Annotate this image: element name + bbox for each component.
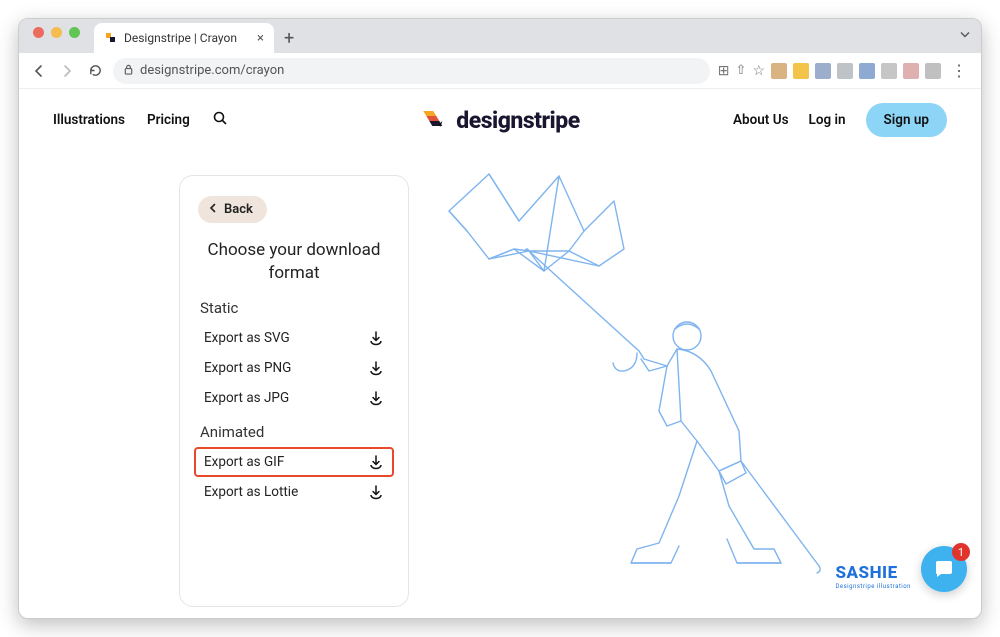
- download-icon: [368, 330, 384, 346]
- watermark-title: SASHIE: [835, 563, 897, 583]
- export-png-label: Export as PNG: [204, 360, 291, 376]
- browser-tab[interactable]: Designstripe | Crayon ×: [94, 23, 274, 53]
- new-tab-button[interactable]: +: [274, 24, 304, 53]
- nav-about[interactable]: About Us: [733, 112, 788, 128]
- extension-icon[interactable]: [771, 63, 787, 79]
- translate-icon[interactable]: ⊞: [718, 63, 730, 79]
- export-png-item[interactable]: Export as PNG: [194, 353, 394, 383]
- favicon-icon: [104, 31, 118, 45]
- extension-icon[interactable]: [859, 63, 875, 79]
- watermark: SASHIE Designstripe illustration: [835, 563, 911, 590]
- lock-icon: [123, 64, 134, 78]
- chevron-left-icon: [208, 202, 218, 217]
- extension-icon[interactable]: [903, 63, 919, 79]
- panel-back-button[interactable]: Back: [198, 196, 267, 223]
- url-field[interactable]: designstripe.com/crayon: [113, 58, 710, 84]
- extension-icon[interactable]: [925, 63, 941, 79]
- export-lottie-item[interactable]: Export as Lottie: [194, 477, 394, 507]
- share-icon[interactable]: ⇧: [736, 63, 747, 78]
- back-button[interactable]: [29, 61, 49, 81]
- panel-title: Choose your download format: [204, 239, 384, 285]
- download-panel: Back Choose your download format Static …: [179, 175, 409, 607]
- download-icon: [368, 454, 384, 470]
- nav-right: About Us Log in Sign up: [733, 103, 947, 137]
- download-icon: [368, 484, 384, 500]
- brand-logo-icon: [420, 104, 448, 136]
- search-icon[interactable]: [212, 110, 228, 130]
- tab-dropdown-icon[interactable]: [959, 29, 971, 44]
- extension-icon[interactable]: [837, 63, 853, 79]
- brand-text: designstripe: [456, 107, 579, 134]
- signup-button[interactable]: Sign up: [866, 103, 947, 137]
- export-gif-label: Export as GIF: [204, 454, 284, 470]
- extension-icon[interactable]: [815, 63, 831, 79]
- chat-badge: 1: [952, 543, 970, 561]
- minimize-window-button[interactable]: [51, 27, 62, 38]
- chat-button[interactable]: 1: [921, 546, 967, 592]
- maximize-window-button[interactable]: [69, 27, 80, 38]
- download-icon: [368, 390, 384, 406]
- extension-icon[interactable]: [881, 63, 897, 79]
- reload-button[interactable]: [85, 61, 105, 81]
- main-content: Back Choose your download format Static …: [19, 145, 981, 604]
- page-content: Illustrations Pricing designstripe: [19, 89, 981, 618]
- nav-left: Illustrations Pricing: [53, 110, 228, 130]
- extension-icon[interactable]: [793, 63, 809, 79]
- close-tab-button[interactable]: ×: [257, 31, 264, 46]
- static-group-label: Static: [200, 299, 388, 317]
- extension-toolbar: ⊞ ⇧ ☆ ⋮: [718, 61, 971, 80]
- animated-group-label: Animated: [200, 423, 388, 441]
- window-controls: [27, 27, 88, 46]
- tab-bar: Designstripe | Crayon × +: [19, 19, 981, 53]
- nav-illustrations[interactable]: Illustrations: [53, 112, 125, 128]
- forward-button[interactable]: [57, 61, 77, 81]
- export-svg-label: Export as SVG: [204, 330, 290, 346]
- illustration-preview: [419, 171, 859, 591]
- url-text: designstripe.com/crayon: [140, 63, 284, 78]
- browser-menu-button[interactable]: ⋮: [947, 61, 971, 80]
- export-lottie-label: Export as Lottie: [204, 484, 298, 500]
- export-jpg-label: Export as JPG: [204, 390, 289, 406]
- nav-pricing[interactable]: Pricing: [147, 112, 190, 128]
- download-icon: [368, 360, 384, 376]
- tab-title: Designstripe | Crayon: [124, 31, 251, 45]
- nav-login[interactable]: Log in: [809, 112, 846, 128]
- export-gif-item[interactable]: Export as GIF: [194, 447, 394, 477]
- watermark-tagline: Designstripe illustration: [835, 583, 911, 590]
- site-header: Illustrations Pricing designstripe: [19, 89, 981, 145]
- browser-window: Designstripe | Crayon × + designstripe.c…: [18, 18, 982, 619]
- star-icon[interactable]: ☆: [752, 63, 765, 79]
- back-label: Back: [224, 202, 253, 217]
- address-bar: designstripe.com/crayon ⊞ ⇧ ☆ ⋮: [19, 53, 981, 89]
- close-window-button[interactable]: [33, 27, 44, 38]
- export-svg-item[interactable]: Export as SVG: [194, 323, 394, 353]
- export-jpg-item[interactable]: Export as JPG: [194, 383, 394, 413]
- brand[interactable]: designstripe: [420, 104, 579, 136]
